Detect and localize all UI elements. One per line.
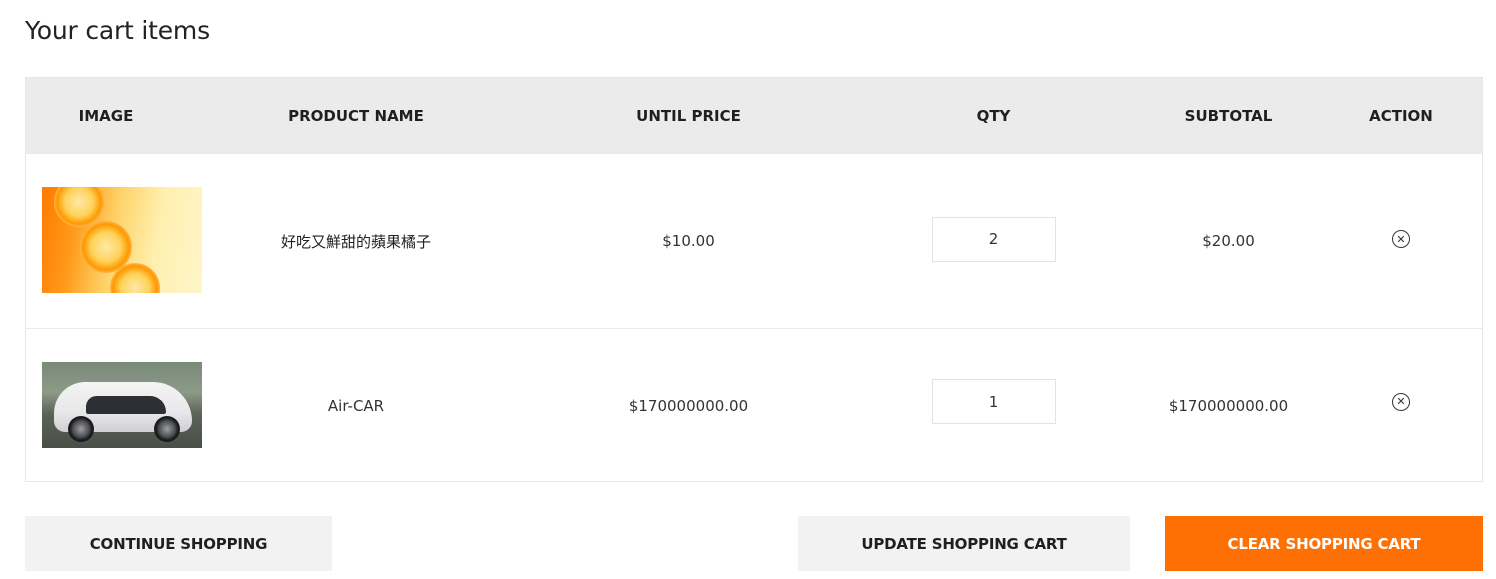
header-qty: Qty xyxy=(976,107,1011,125)
clear-cart-button[interactable]: Clear Shopping Cart xyxy=(1165,516,1483,571)
continue-shopping-button[interactable]: Continue Shopping xyxy=(25,516,332,571)
cart-table: Image Product Name Until Price Qty Subto… xyxy=(25,77,1483,482)
product-name[interactable]: 好吃又鮮甜的蘋果橘子 xyxy=(206,154,506,328)
qty-input[interactable] xyxy=(931,379,1056,424)
unit-price: $10.00 xyxy=(662,232,715,250)
orange-slice-icon xyxy=(54,187,104,227)
table-row: Air-CAR $170000000.00 $170000000.00 ✕ xyxy=(26,328,1482,482)
qty-input[interactable] xyxy=(931,216,1056,262)
car-window-icon xyxy=(86,396,166,414)
remove-circle-icon[interactable]: ✕ xyxy=(1392,230,1410,248)
subtotal: $170000000.00 xyxy=(1168,396,1289,415)
orange-slices-image[interactable] xyxy=(42,187,202,293)
table-row: 好吃又鮮甜的蘋果橘子 $10.00 $20.00 ✕ xyxy=(26,154,1482,328)
header-subtotal: Subtotal xyxy=(1184,107,1273,125)
update-cart-button[interactable]: Update Shopping Cart xyxy=(798,516,1130,571)
page-title: Your cart items xyxy=(25,16,210,45)
product-name[interactable]: Air-CAR xyxy=(206,329,506,482)
header-image: Image xyxy=(78,107,134,125)
unit-price: $170000000.00 xyxy=(628,396,749,415)
header-action: Action xyxy=(1369,107,1433,125)
action-cell: ✕ xyxy=(1356,329,1446,482)
white-car-image[interactable] xyxy=(42,362,202,448)
remove-circle-icon[interactable]: ✕ xyxy=(1392,392,1410,411)
header-product-name: Product Name xyxy=(288,107,424,125)
table-header: Image Product Name Until Price Qty Subto… xyxy=(26,78,1482,154)
subtotal: $20.00 xyxy=(1202,232,1255,250)
qty-cell xyxy=(886,329,1101,482)
action-cell: ✕ xyxy=(1356,154,1446,328)
wheel-icon xyxy=(154,416,180,442)
header-unit-price: Until Price xyxy=(636,107,741,125)
wheel-icon xyxy=(68,416,94,442)
qty-cell xyxy=(886,154,1101,328)
